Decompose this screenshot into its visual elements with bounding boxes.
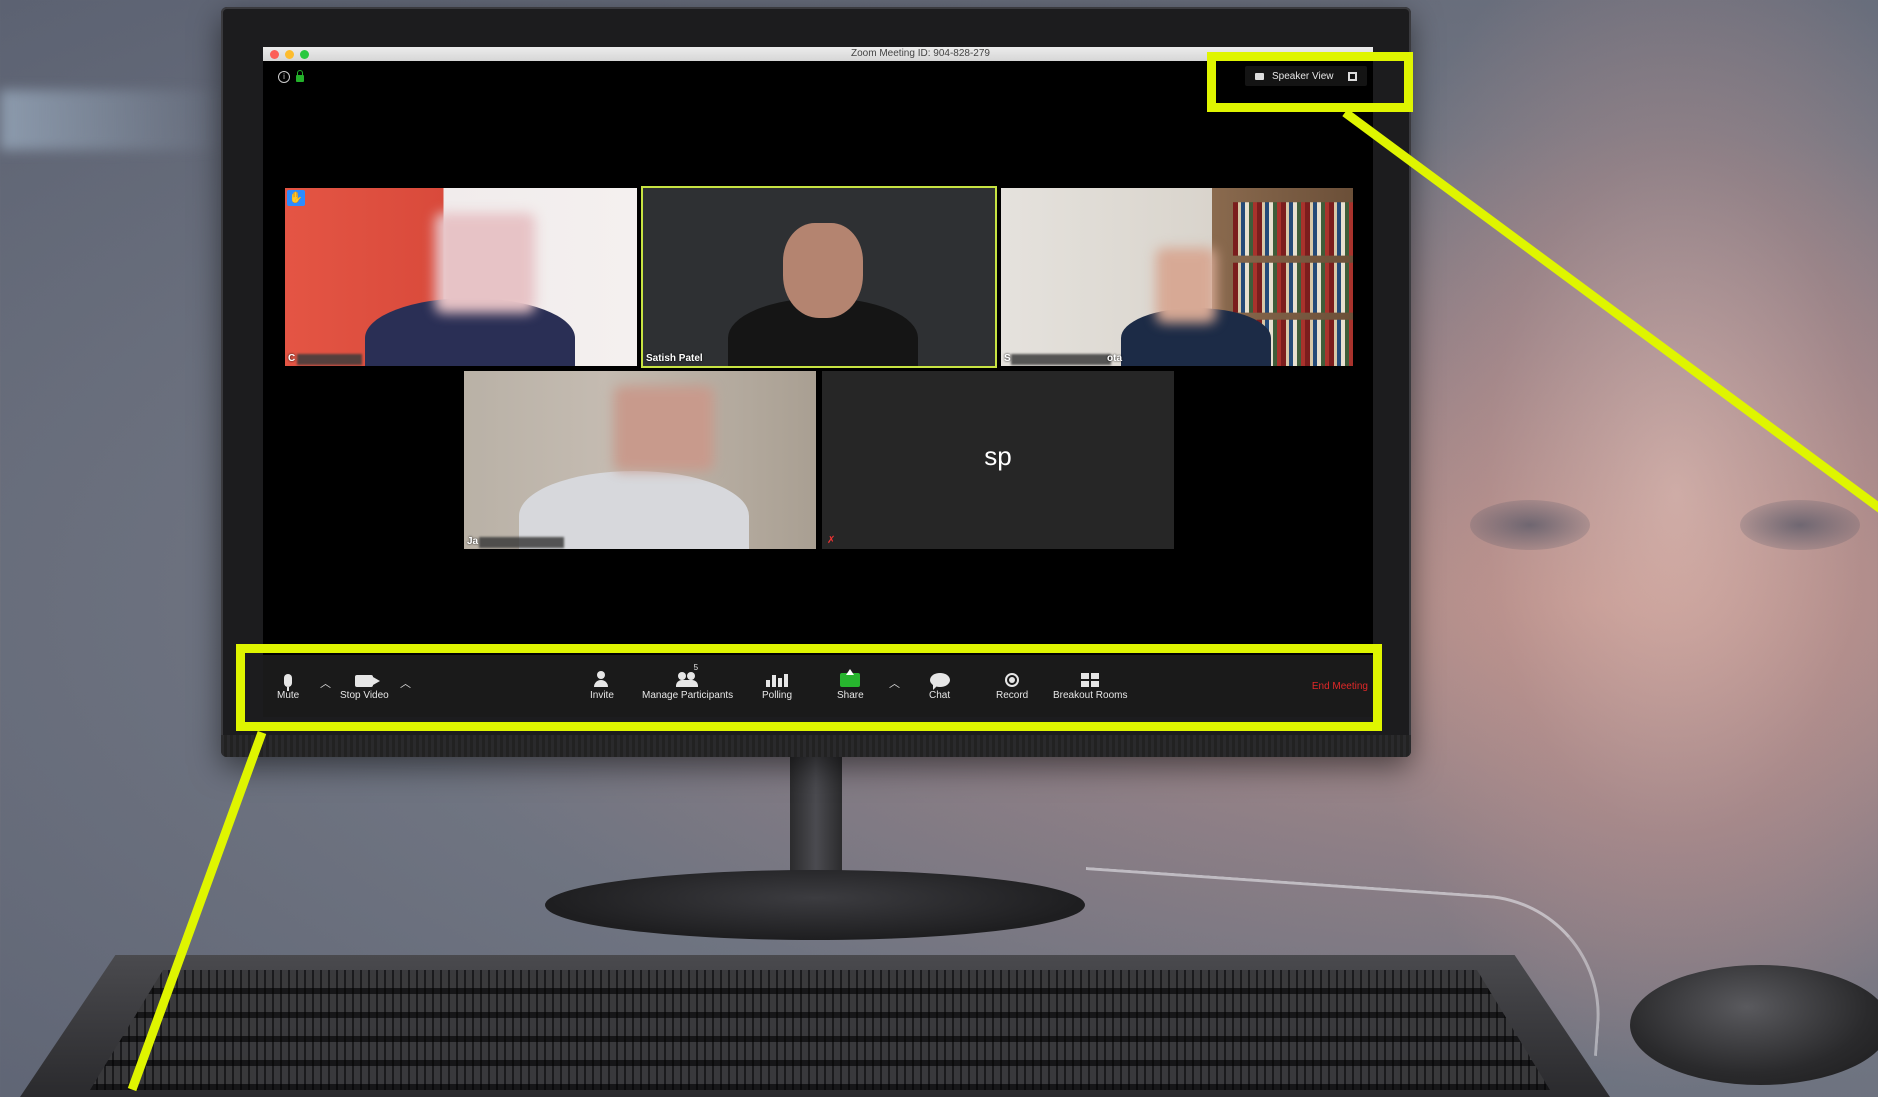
mouse	[1630, 965, 1878, 1085]
lock-icon[interactable]	[296, 70, 304, 82]
highlight-box-view-controls	[1207, 52, 1413, 112]
monitor-stand-base	[545, 870, 1085, 940]
blurred-name	[1011, 354, 1111, 365]
blurred-name	[297, 354, 362, 365]
info-icon[interactable]: i	[278, 71, 290, 83]
participant-tile[interactable]: S ota	[1001, 188, 1353, 366]
monitor-bezel-bottom	[221, 735, 1411, 757]
participant-name: S	[1004, 353, 1011, 364]
blurred-face	[435, 213, 535, 313]
blurred-face	[1156, 248, 1216, 323]
participant-name: C	[288, 353, 296, 364]
zoom-window: Zoom Meeting ID: 904-828-279 i Speaker V…	[263, 47, 1373, 717]
participant-tile-video-off[interactable]: sp ✗	[822, 371, 1174, 549]
meeting-info-area: i	[278, 70, 304, 83]
participant-name: Satish Patel	[646, 353, 703, 364]
participant-tile-active-speaker[interactable]: Satish Patel	[641, 186, 997, 368]
muted-mic-icon: ✗	[827, 535, 836, 546]
keyboard-keys	[90, 970, 1550, 1090]
participant-tile[interactable]: Ja	[464, 371, 816, 549]
participant-name: Ja	[467, 536, 479, 547]
background-blur-band	[0, 90, 230, 150]
blurred-name	[479, 537, 564, 548]
background-eye	[1470, 500, 1590, 550]
participant-initials: sp	[984, 441, 1012, 471]
highlight-box-toolbar	[236, 644, 1382, 731]
participant-name-suffix: ota	[1107, 353, 1122, 364]
participant-tile[interactable]: ✋ C	[285, 188, 637, 366]
raised-hand-icon: ✋	[287, 190, 305, 206]
background-eye	[1740, 500, 1860, 550]
participant-face	[783, 223, 863, 318]
blurred-face	[614, 386, 714, 471]
